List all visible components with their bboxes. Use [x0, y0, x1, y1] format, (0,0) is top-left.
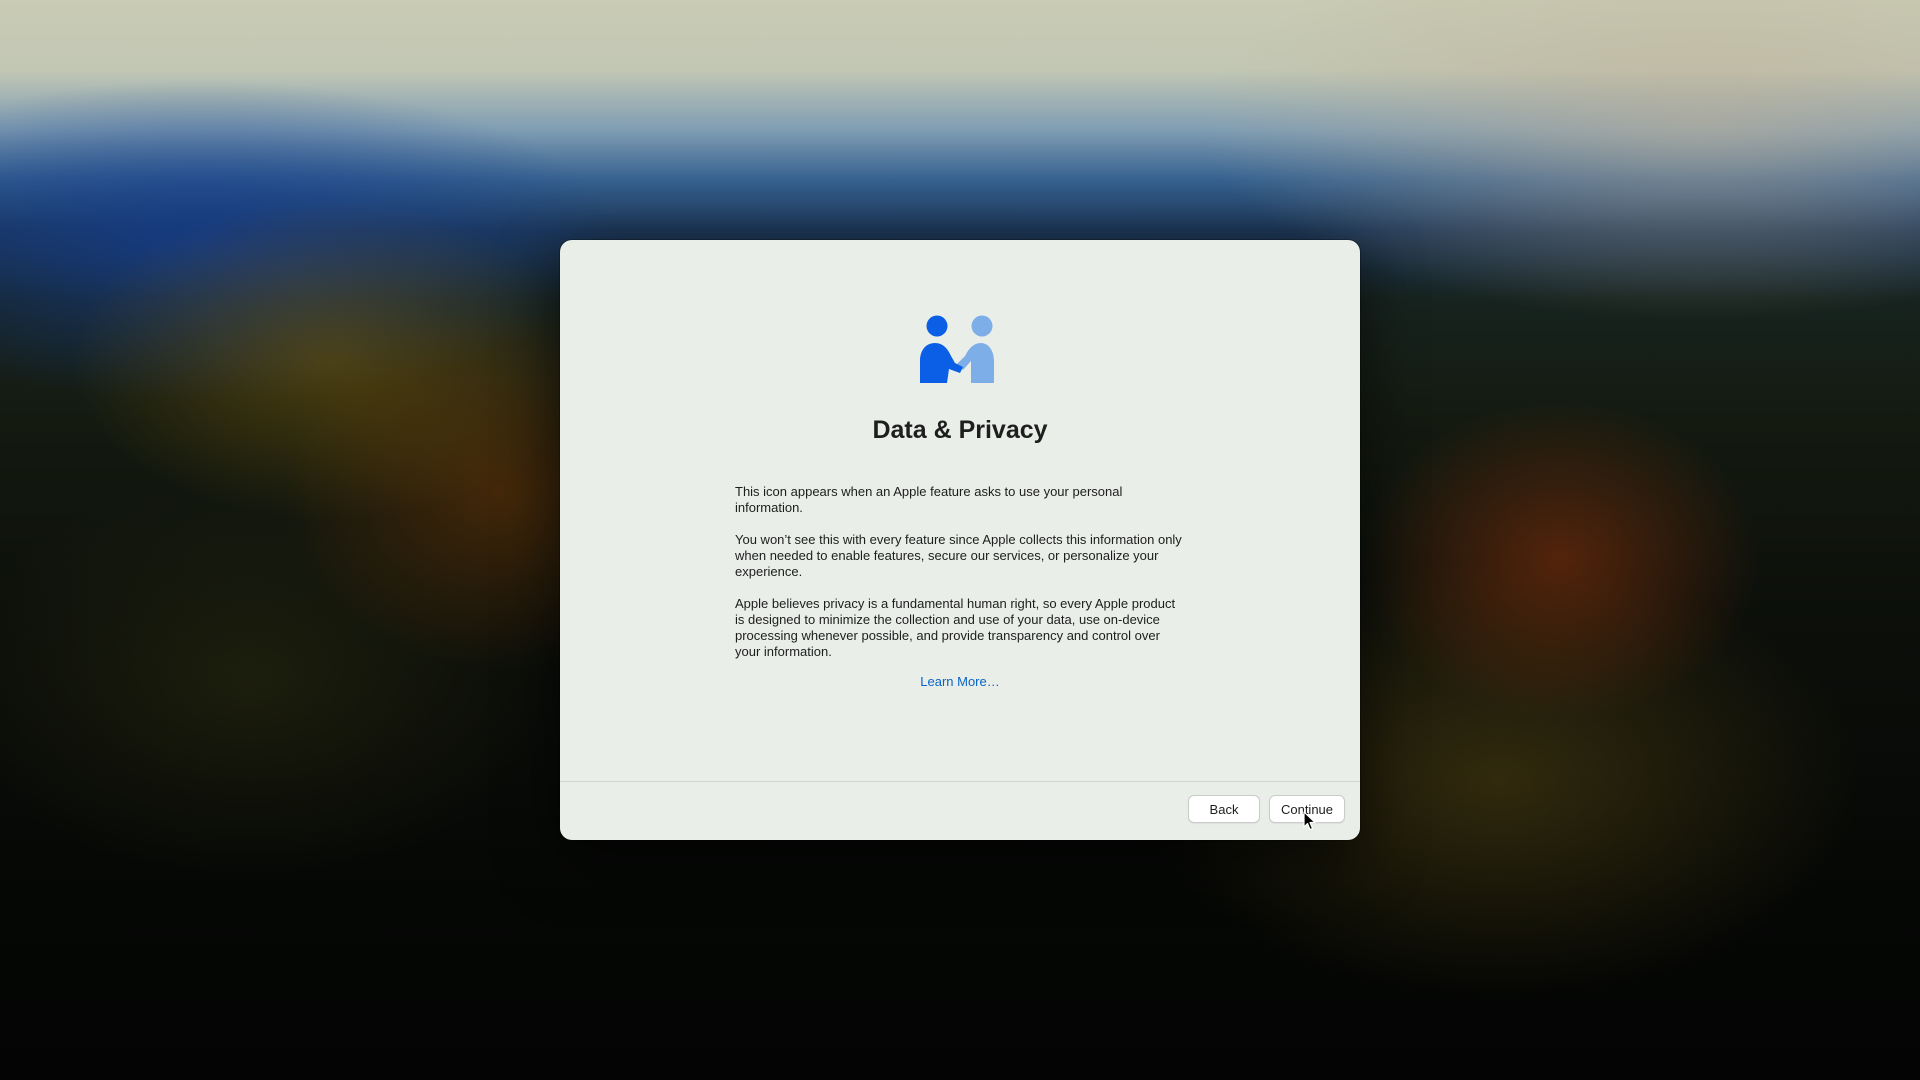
- description: This icon appears when an Apple feature …: [735, 484, 1187, 676]
- setup-assistant-window: Data & Privacy This icon appears when an…: [560, 240, 1360, 840]
- description-paragraph: You won’t see this with every feature si…: [735, 532, 1182, 579]
- arrow-cursor-icon: [1303, 811, 1316, 831]
- description-paragraph: This icon appears when an Apple feature …: [735, 484, 1123, 515]
- footer-divider: [560, 781, 1360, 782]
- handshake-people-icon: [920, 315, 994, 383]
- back-button[interactable]: Back: [1188, 795, 1260, 823]
- page-title: Data & Privacy: [872, 416, 1048, 444]
- description-paragraph: Apple believes privacy is a fundamental …: [735, 596, 1176, 659]
- learn-more-link[interactable]: Learn More…: [560, 674, 1360, 689]
